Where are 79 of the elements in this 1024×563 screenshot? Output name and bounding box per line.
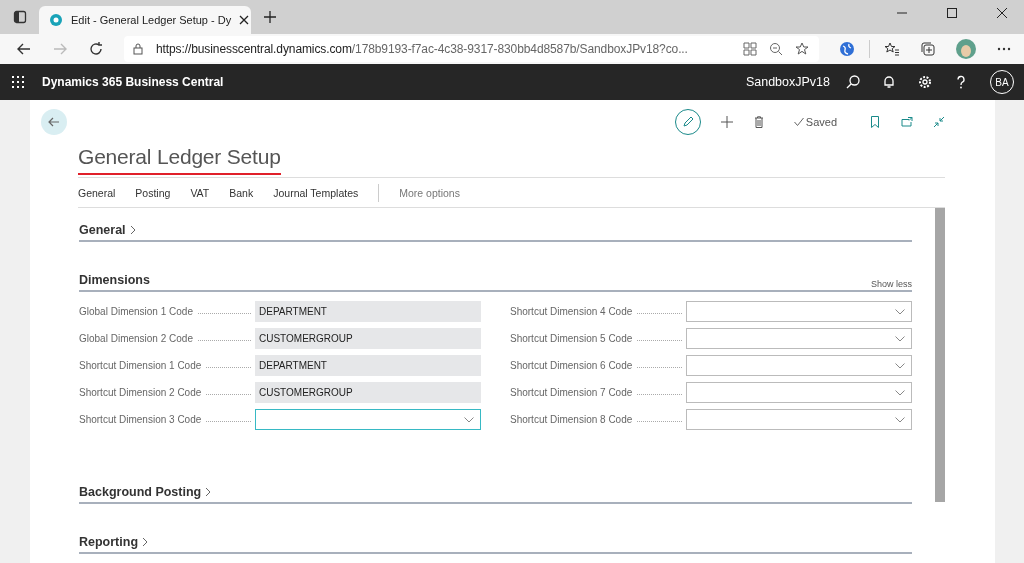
saved-status: Saved xyxy=(805,116,837,128)
bookmark-icon[interactable] xyxy=(869,116,881,128)
scrollbar[interactable] xyxy=(935,208,945,502)
dropdown-field[interactable] xyxy=(686,382,912,403)
field-label: Shortcut Dimension 1 Code xyxy=(79,360,202,371)
section-title[interactable]: Reporting xyxy=(79,535,139,549)
chevron-down-icon xyxy=(895,360,905,371)
dropdown-field[interactable] xyxy=(686,409,912,430)
delete-icon[interactable] xyxy=(753,116,766,128)
apps-icon[interactable] xyxy=(743,42,757,56)
action-tab[interactable]: More options xyxy=(399,186,460,199)
settings-icon[interactable] xyxy=(918,75,932,89)
chevron-down-icon xyxy=(464,414,474,425)
open-new-window-icon[interactable] xyxy=(901,116,913,128)
search-icon[interactable] xyxy=(846,75,860,89)
action-tab[interactable]: VAT xyxy=(190,186,210,199)
readonly-field: CUSTOMERGROUP xyxy=(255,382,481,403)
chevron-icon[interactable] xyxy=(129,225,136,235)
favorites-icon[interactable] xyxy=(884,41,900,57)
checkmark-icon xyxy=(793,117,804,127)
add-icon[interactable] xyxy=(721,116,734,128)
chevron-down-icon xyxy=(895,414,905,425)
collapse-icon[interactable] xyxy=(933,116,945,128)
close-icon[interactable] xyxy=(239,15,250,25)
dropdown-field[interactable] xyxy=(686,355,912,376)
field-label: Shortcut Dimension 3 Code xyxy=(79,414,202,425)
app-launcher-icon[interactable] xyxy=(12,76,24,88)
readonly-field: DEPARTMENT xyxy=(255,301,481,322)
add-favorite-icon[interactable] xyxy=(795,42,809,56)
readonly-field: DEPARTMENT xyxy=(255,355,481,376)
chevron-icon[interactable] xyxy=(142,537,149,547)
zoom-out-icon[interactable] xyxy=(769,42,783,56)
field-label: Global Dimension 1 Code xyxy=(79,306,193,317)
field-label: Shortcut Dimension 2 Code xyxy=(79,387,202,398)
refresh-icon[interactable] xyxy=(88,41,104,57)
address-field[interactable]: https://businesscentral.dynamics.com/178b9193-f7ac-4c38-9317-830bb4d8587b/SandboxJPv18?co... xyxy=(124,36,819,62)
url-text: https://businesscentral.dynamics.com/178b9193-f7ac-4c38-9317-830bb4d8587b/SandboxJPv18?co... xyxy=(156,42,688,56)
field-label: Shortcut Dimension 5 Code xyxy=(510,333,633,344)
page-title: General Ledger Setup xyxy=(78,144,281,170)
dropdown-field[interactable] xyxy=(255,409,481,430)
app-title: Dynamics 365 Business Central xyxy=(42,75,224,89)
environment-name[interactable]: SandboxJPv18 xyxy=(745,75,830,89)
field-label: Shortcut Dimension 8 Code xyxy=(510,414,633,425)
section-title[interactable]: Dimensions xyxy=(79,273,150,287)
globe-icon[interactable] xyxy=(839,41,855,57)
back-arrow-icon xyxy=(48,116,60,128)
tab-title: Edit - General Ledger Setup - Dy xyxy=(71,14,232,26)
show-less-link[interactable]: Show less xyxy=(870,279,912,289)
bell-icon[interactable] xyxy=(882,75,896,89)
field-label: Shortcut Dimension 6 Code xyxy=(510,360,633,371)
action-tab[interactable]: Posting xyxy=(135,186,171,199)
close-window-icon[interactable] xyxy=(996,7,1008,19)
browser-tab[interactable]: Edit - General Ledger Setup - Dy xyxy=(39,6,251,34)
help-icon[interactable] xyxy=(954,75,968,89)
chevron-icon[interactable] xyxy=(205,487,212,497)
chevron-down-icon xyxy=(895,387,905,398)
chevron-down-icon xyxy=(895,306,905,317)
dropdown-field[interactable] xyxy=(686,328,912,349)
section-title[interactable]: General xyxy=(79,223,126,237)
maximize-icon[interactable] xyxy=(946,7,958,19)
action-tab[interactable]: General xyxy=(78,186,116,199)
lock-icon xyxy=(132,43,144,55)
field-label: Shortcut Dimension 7 Code xyxy=(510,387,633,398)
collections-icon[interactable] xyxy=(920,41,936,57)
profile-avatar[interactable] xyxy=(956,39,976,59)
new-tab-icon[interactable] xyxy=(263,10,277,24)
back-icon[interactable] xyxy=(16,41,32,57)
tab-actions-icon[interactable] xyxy=(13,10,27,24)
field-label: Shortcut Dimension 4 Code xyxy=(510,306,633,317)
pencil-icon xyxy=(682,116,695,128)
action-tab[interactable]: Bank xyxy=(229,186,254,199)
chevron-down-icon xyxy=(895,333,905,344)
field-label: Global Dimension 2 Code xyxy=(79,333,193,344)
section-title[interactable]: Background Posting xyxy=(79,485,202,499)
edit-button[interactable] xyxy=(675,109,702,135)
action-tab[interactable]: Journal Templates xyxy=(273,186,359,199)
dropdown-field[interactable] xyxy=(686,301,912,322)
site-icon xyxy=(49,13,63,27)
readonly-field: CUSTOMERGROUP xyxy=(255,328,481,349)
